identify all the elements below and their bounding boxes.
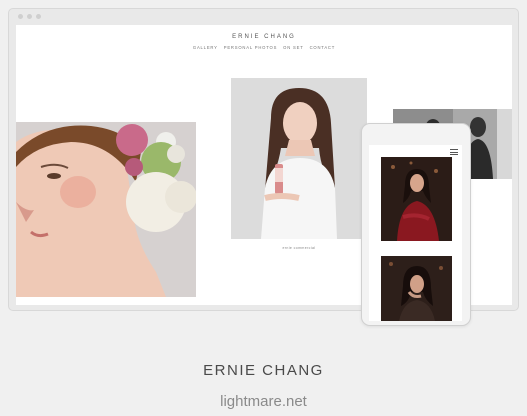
hamburger-menu-icon[interactable] (450, 149, 458, 155)
mobile-screen (369, 145, 462, 321)
nav-item-on-set[interactable]: ON SET (283, 45, 303, 50)
nav-item-gallery[interactable]: GALLERY (193, 45, 218, 50)
portrait-illustration (16, 122, 196, 297)
nav-item-contact[interactable]: CONTACT (310, 45, 336, 50)
gallery-photo-commercial[interactable] (231, 78, 367, 239)
portrait-illustration (381, 157, 452, 241)
project-title: ERNIE CHANG (203, 362, 324, 379)
nav-item-personal-photos[interactable]: PERSONAL PHOTOS (224, 45, 277, 50)
mobile-preview (361, 123, 471, 326)
gallery-photo-flowers[interactable] (16, 122, 196, 297)
site-nav: GALLERY PERSONAL PHOTOS ON SET CONTACT (16, 45, 512, 50)
site-title[interactable]: ERNIE CHANG (16, 34, 512, 40)
mobile-photo-red-dress[interactable] (381, 157, 452, 241)
window-dot-icon[interactable] (27, 14, 32, 19)
project-url[interactable]: lightmare.net (0, 393, 527, 410)
portrait-illustration (231, 78, 367, 239)
photo-caption: ernie commercial (282, 246, 316, 250)
window-dots (18, 14, 41, 19)
window-dot-icon[interactable] (36, 14, 41, 19)
portrait-illustration (381, 256, 452, 321)
mobile-photo-dark-portrait[interactable] (381, 256, 452, 321)
window-dot-icon[interactable] (18, 14, 23, 19)
